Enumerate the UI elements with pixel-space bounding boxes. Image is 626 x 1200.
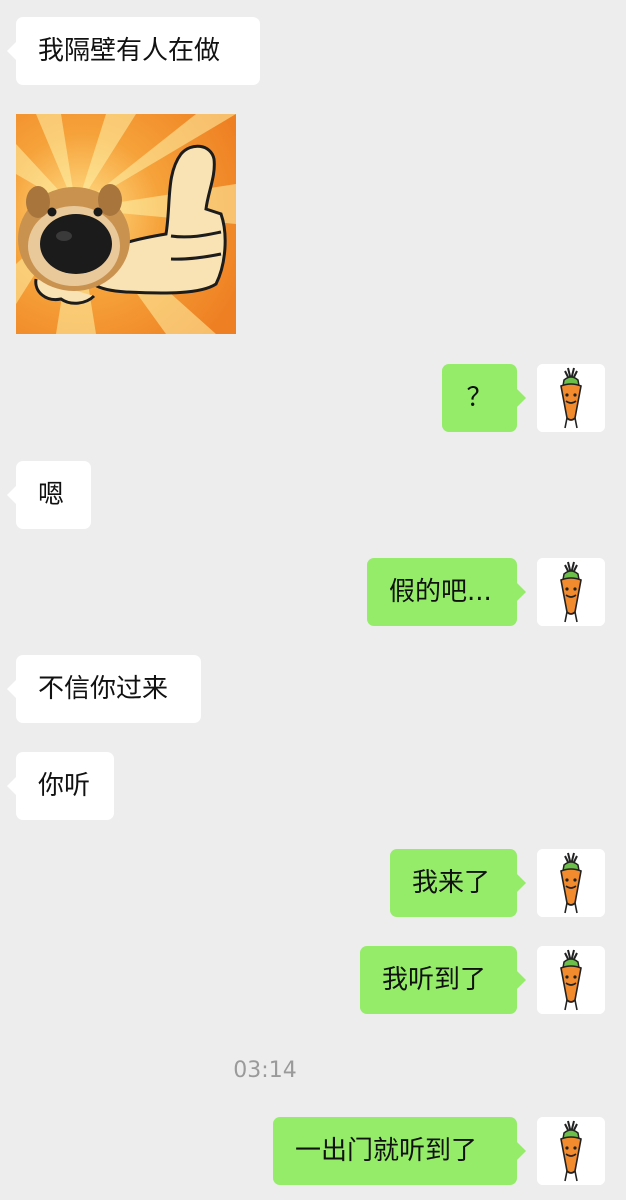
message-text: 假的吧... xyxy=(389,577,492,607)
message-text: 我来了 xyxy=(412,868,491,898)
message-text: 嗯 xyxy=(38,480,65,510)
self-avatar[interactable] xyxy=(537,946,605,1014)
outgoing-message-bubble[interactable]: 假的吧... xyxy=(367,558,526,626)
self-avatar[interactable] xyxy=(537,558,605,626)
carrot-avatar-icon xyxy=(537,849,605,917)
message-text: 你听 xyxy=(38,771,91,801)
outgoing-message-bubble[interactable]: ？ xyxy=(442,364,526,432)
message-text: 一出门就听到了 xyxy=(295,1136,478,1166)
incoming-message-bubble[interactable]: 你听 xyxy=(7,752,114,820)
timestamp: 03:14 xyxy=(233,1058,297,1083)
self-avatar[interactable] xyxy=(537,364,605,432)
outgoing-message-bubble[interactable]: 我听到了 xyxy=(360,946,526,1014)
message-text: 我听到了 xyxy=(382,965,487,995)
message-text: 我隔壁有人在做 xyxy=(38,36,221,66)
incoming-message-bubble[interactable]: 不信你过来 xyxy=(7,655,201,723)
message-text: 不信你过来 xyxy=(38,674,169,704)
outgoing-message-bubble[interactable]: 我来了 xyxy=(390,849,526,917)
self-avatar[interactable] xyxy=(537,1117,605,1185)
sticker-image xyxy=(16,114,236,334)
incoming-message-bubble[interactable]: 嗯 xyxy=(7,461,91,529)
carrot-avatar-icon xyxy=(537,558,605,626)
incoming-message-bubble[interactable]: 我隔壁有人在做 xyxy=(7,17,260,85)
carrot-avatar-icon xyxy=(537,1117,605,1185)
carrot-avatar-icon xyxy=(537,364,605,432)
outgoing-message-bubble[interactable]: 一出门就听到了 xyxy=(273,1117,526,1185)
message-text: ？ xyxy=(466,383,493,413)
dog-thumbs-up-sticker[interactable] xyxy=(16,114,236,334)
self-avatar[interactable] xyxy=(537,849,605,917)
carrot-avatar-icon xyxy=(537,946,605,1014)
